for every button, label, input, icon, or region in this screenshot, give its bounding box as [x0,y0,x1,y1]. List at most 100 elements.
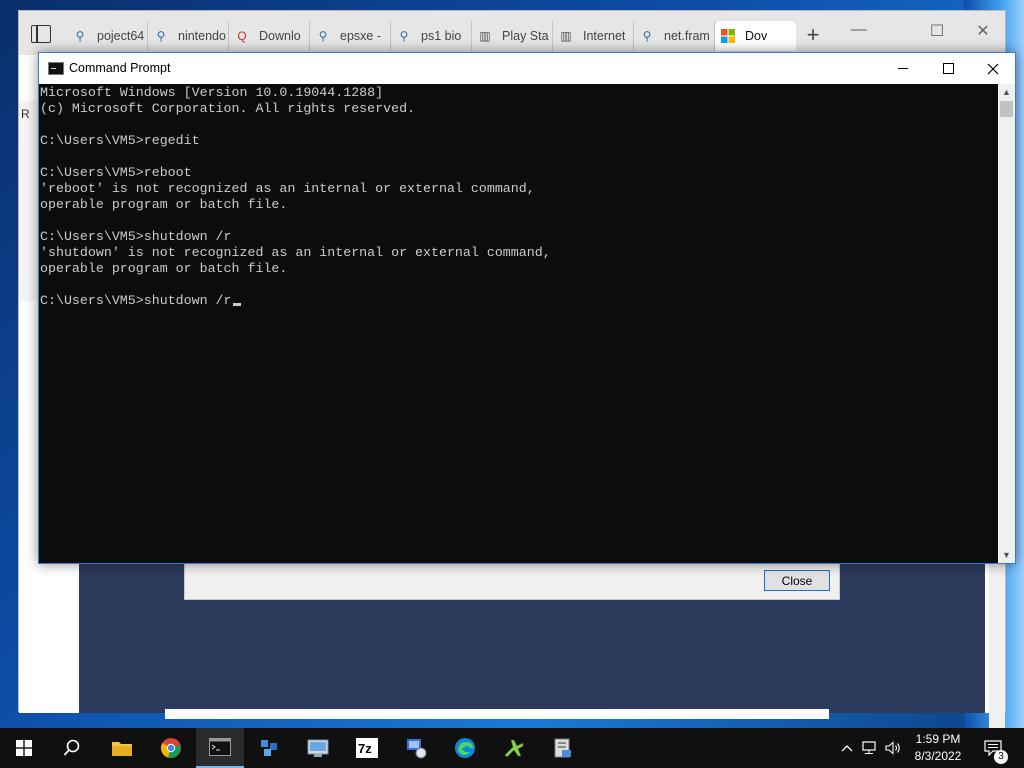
taskbar-app-button[interactable] [294,728,342,768]
console-line-text: C:\Users\VM5>reboot [40,165,192,180]
tab-actions-icon[interactable] [31,25,51,43]
console-line: C:\Users\VM5>shutdown /r [40,229,999,245]
scroll-thumb[interactable] [1000,101,1013,117]
browser-tab[interactable]: ⚲ net.fram [634,21,715,51]
console-line: C:\Users\VM5>regedit [40,133,999,149]
windows-logo-icon [16,740,32,756]
new-tab-button[interactable]: + [801,21,825,51]
browser-tab-label: Downlo [259,29,301,43]
svg-text:7z: 7z [358,741,372,756]
browser-tab[interactable]: ⚲ nintendo [148,21,229,51]
scroll-up-icon[interactable]: ▲ [1002,87,1011,97]
network-button[interactable] [860,728,882,768]
console-line: 'shutdown' is not recognized as an inter… [40,245,999,261]
speaker-icon [885,741,900,755]
browser-tab[interactable]: Dov [715,21,796,51]
scroll-down-icon[interactable]: ▼ [1002,550,1011,560]
browser-maximize-button[interactable]: ☐ [917,21,957,41]
console-line: operable program or batch file. [40,197,999,213]
command-prompt-icon [48,62,64,75]
console-line: C:\Users\VM5>shutdown /r [40,293,999,309]
taskbar-app-button[interactable] [392,728,440,768]
network-icon [862,741,876,754]
browser-tab[interactable]: Q Downlo [229,21,310,51]
text-cursor [232,303,241,306]
cmd-maximize-button[interactable] [925,53,971,84]
cmd-scrollbar[interactable]: ▲ ▼ [998,84,1015,563]
edge-icon [454,737,476,759]
taskbar-app-button[interactable] [441,728,489,768]
taskbar-app-button[interactable] [539,728,587,768]
control-panel-icon [307,738,329,758]
browser-tab[interactable]: ⚲ ps1 bio [391,21,472,51]
console-output[interactable]: Microsoft Windows [Version 10.0.19044.12… [39,84,999,563]
volume-button[interactable] [884,728,904,768]
search-icon: ⚲ [318,29,328,43]
console-line-text: C:\Users\VM5>regedit [40,133,200,148]
browser-close-button[interactable]: ✕ [963,21,1003,41]
console-line-text: 'reboot' is not recognized as an interna… [40,181,535,196]
close-icon [987,63,999,74]
console-line: C:\Users\VM5>reboot [40,165,999,181]
console-line: 'reboot' is not recognized as an interna… [40,181,999,197]
page-bottom-strip [165,709,829,719]
network-tool-icon [405,737,427,759]
console-line: operable program or batch file. [40,261,999,277]
command-prompt-icon [209,738,231,756]
taskbar-app-button[interactable] [98,728,146,768]
taskbar-app-button[interactable] [245,728,293,768]
browser-tab-label: nintendo [178,29,226,43]
chevron-up-icon [841,745,853,752]
console-line-text: (c) Microsoft Corporation. All rights re… [40,101,416,116]
browser-tab-label: Dov [745,29,768,43]
search-icon: ⚲ [156,29,166,43]
console-line: (c) Microsoft Corporation. All rights re… [40,101,999,117]
dialog-close-button[interactable]: Close [764,570,830,591]
browser-tab-label: Play Sta [502,29,549,43]
cmd-title-bar[interactable]: Command Prompt [39,53,1015,84]
search-button[interactable] [48,728,96,768]
taskbar-app-button[interactable] [490,728,538,768]
dialog-footer: Close [184,560,840,600]
taskbar-app-button[interactable]: 7z [343,728,391,768]
plane-app-icon [503,737,525,759]
browser-tab[interactable]: ⚲ poject64 [67,21,148,51]
cmd-minimize-button[interactable] [880,53,926,84]
browser-tab-label: poject64 [97,29,145,43]
file-explorer-icon [111,739,133,757]
7zip-icon: 7z [356,738,378,758]
cmd-close-button[interactable] [970,53,1016,84]
quora-icon: Q [237,29,247,43]
taskbar-app-button[interactable] [147,728,195,768]
microsoft-icon [721,29,735,43]
taskbar: 7z 1:59 PM 8/3/2022 3 [0,728,1024,768]
taskbar-app-button[interactable] [196,728,244,768]
search-icon: ⚲ [399,29,409,43]
show-hidden-icons-button[interactable] [838,728,856,768]
chrome-icon [160,737,182,759]
dependency-walker-icon [258,737,280,759]
browser-tab[interactable]: ▥ Play Sta [472,21,553,51]
left-panel-letter: R [21,107,30,121]
console-line-text: C:\Users\VM5>shutdown /r [40,293,232,308]
taskbar-clock[interactable]: 1:59 PM 8/3/2022 [902,731,974,765]
console-line-text: C:\Users\VM5>shutdown /r [40,229,232,244]
browser-tab[interactable]: ⚲ epsxe - [310,21,391,51]
console-line-text: Microsoft Windows [Version 10.0.19044.12… [40,85,384,100]
browser-tab-label: Internet [583,29,626,43]
browser-tab-label: epsxe - [340,29,381,43]
archive-icon: ▥ [479,29,491,43]
browser-minimize-button[interactable]: — [839,21,879,39]
search-icon [63,739,80,756]
browser-tab[interactable]: ▥ Internet [553,21,634,51]
cmd-window-title: Command Prompt [69,61,171,75]
notification-count-badge: 3 [994,750,1008,764]
start-button[interactable] [0,728,48,768]
browser-tab-label: net.fram [664,29,710,43]
search-icon: ⚲ [75,29,85,43]
installer-icon [552,737,574,759]
console-line-text: operable program or batch file. [40,197,288,212]
